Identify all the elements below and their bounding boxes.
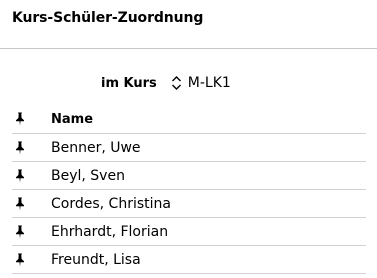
pin-toggle[interactable] <box>12 169 38 183</box>
student-table: Name Benner, Uwe Beyl, Sven Cordes, Christ… <box>12 105 366 274</box>
chevron-up-down-icon <box>171 76 181 90</box>
pin-icon <box>16 169 24 182</box>
student-name: Benner, Uwe <box>51 139 141 156</box>
pin-toggle[interactable] <box>12 141 38 155</box>
table-row[interactable]: Beyl, Sven <box>12 162 366 190</box>
pin-icon <box>16 253 24 266</box>
pin-toggle[interactable] <box>12 197 38 211</box>
table-row[interactable]: Freundt, Lisa <box>12 246 366 274</box>
pin-icon <box>16 225 24 238</box>
pin-column-header[interactable] <box>12 112 38 126</box>
table-header-row: Name <box>12 105 366 134</box>
table-row[interactable]: Benner, Uwe <box>12 134 366 162</box>
name-column-header[interactable]: Name <box>51 112 93 127</box>
pin-toggle[interactable] <box>12 225 38 239</box>
student-name: Cordes, Christina <box>51 195 171 212</box>
student-name: Freundt, Lisa <box>51 251 141 268</box>
pin-icon <box>16 197 24 210</box>
table-row[interactable]: Ehrhardt, Florian <box>12 218 366 246</box>
pin-toggle[interactable] <box>12 253 38 267</box>
student-name: Ehrhardt, Florian <box>51 223 169 240</box>
pin-icon <box>16 112 24 126</box>
course-select[interactable]: M-LK1 <box>171 75 231 91</box>
course-filter: im Kurs M-LK1 <box>101 72 231 94</box>
pin-icon <box>16 141 24 154</box>
page-title: Kurs-Schüler-Zuordnung <box>12 10 204 26</box>
course-label: im Kurs <box>101 75 157 91</box>
title-divider <box>0 48 377 49</box>
course-select-value: M-LK1 <box>187 75 231 91</box>
student-name: Beyl, Sven <box>51 167 125 184</box>
table-row[interactable]: Cordes, Christina <box>12 190 366 218</box>
